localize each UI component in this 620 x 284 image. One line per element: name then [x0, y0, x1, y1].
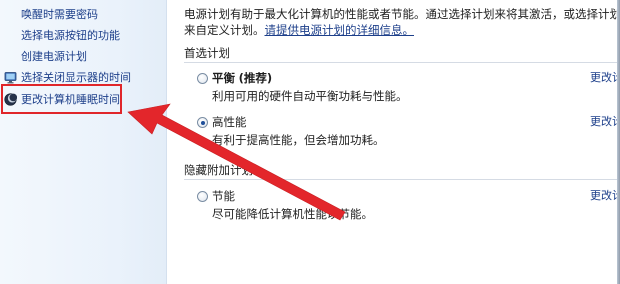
plan-high-performance: 高性能 有利于提高性能，但会增加功耗。	[197, 114, 587, 150]
plan-power-saver-radio[interactable]	[197, 191, 208, 202]
main-panel: 电源计划有助于最大化计算机的性能或者节能。通过选择计划来将其激活，或选择计划并通…	[167, 0, 620, 284]
plan-high-performance-name: 高性能	[212, 115, 247, 129]
monitor-icon	[4, 71, 17, 84]
plan-power-saver-name: 节能	[212, 189, 235, 203]
annotation-highlight-box	[1, 84, 122, 114]
plan-balanced-change-link[interactable]: 更改计划设置	[590, 70, 620, 86]
preferred-plans-heading: 首选计划	[184, 46, 230, 60]
sidebar-item-label: 唤醒时需要密码	[21, 8, 98, 21]
plan-high-performance-radio[interactable]	[197, 117, 208, 128]
intro-line-2-prefix: 来自定义计划。	[184, 23, 265, 37]
plan-high-performance-description: 有利于提高性能，但会增加功耗。	[212, 133, 385, 147]
sidebar-item-label: 创建电源计划	[21, 50, 87, 63]
hidden-plans-heading: 隐藏附加计划	[184, 163, 253, 177]
plan-recommended-tag: (推荐)	[238, 71, 273, 85]
intro-line-1: 电源计划有助于最大化计算机的性能或者节能。通过选择计划来将其激活，或选择计划并通…	[184, 7, 620, 21]
hidden-plans-divider	[184, 179, 620, 180]
plan-power-saver-change-link[interactable]: 更改计划设置	[590, 188, 620, 204]
power-options-window: 唤醒时需要密码 选择电源按钮的功能 创建电源计划 选择关闭显示器的时间 更改计算…	[0, 0, 620, 284]
plan-power-saver: 节能 尽可能降低计算机性能以节能。	[197, 188, 587, 224]
plan-balanced: 平衡 (推荐) 利用可用的硬件自动平衡功耗与性能。	[197, 70, 587, 106]
intro-line-2: 来自定义计划。请提供电源计划的详细信息。	[184, 22, 620, 38]
plan-details-link[interactable]: 请提供电源计划的详细信息。	[265, 23, 415, 37]
plan-balanced-name: 平衡 (推荐)	[212, 70, 272, 87]
preferred-plans-divider	[184, 62, 620, 63]
sidebar-item-label: 选择电源按钮的功能	[21, 29, 120, 42]
task-pane: 唤醒时需要密码 选择电源按钮的功能 创建电源计划 选择关闭显示器的时间 更改计算…	[0, 0, 167, 284]
plan-balanced-radio[interactable]	[197, 73, 208, 84]
intro-text: 电源计划有助于最大化计算机的性能或者节能。通过选择计划来将其激活，或选择计划并通…	[184, 6, 620, 38]
plan-high-performance-change-link[interactable]: 更改计划设置	[590, 114, 620, 130]
plan-power-saver-description: 尽可能降低计算机性能以节能。	[212, 207, 373, 221]
plan-balanced-description: 利用可用的硬件自动平衡功耗与性能。	[212, 89, 408, 103]
plan-name-text: 平衡	[212, 71, 235, 85]
